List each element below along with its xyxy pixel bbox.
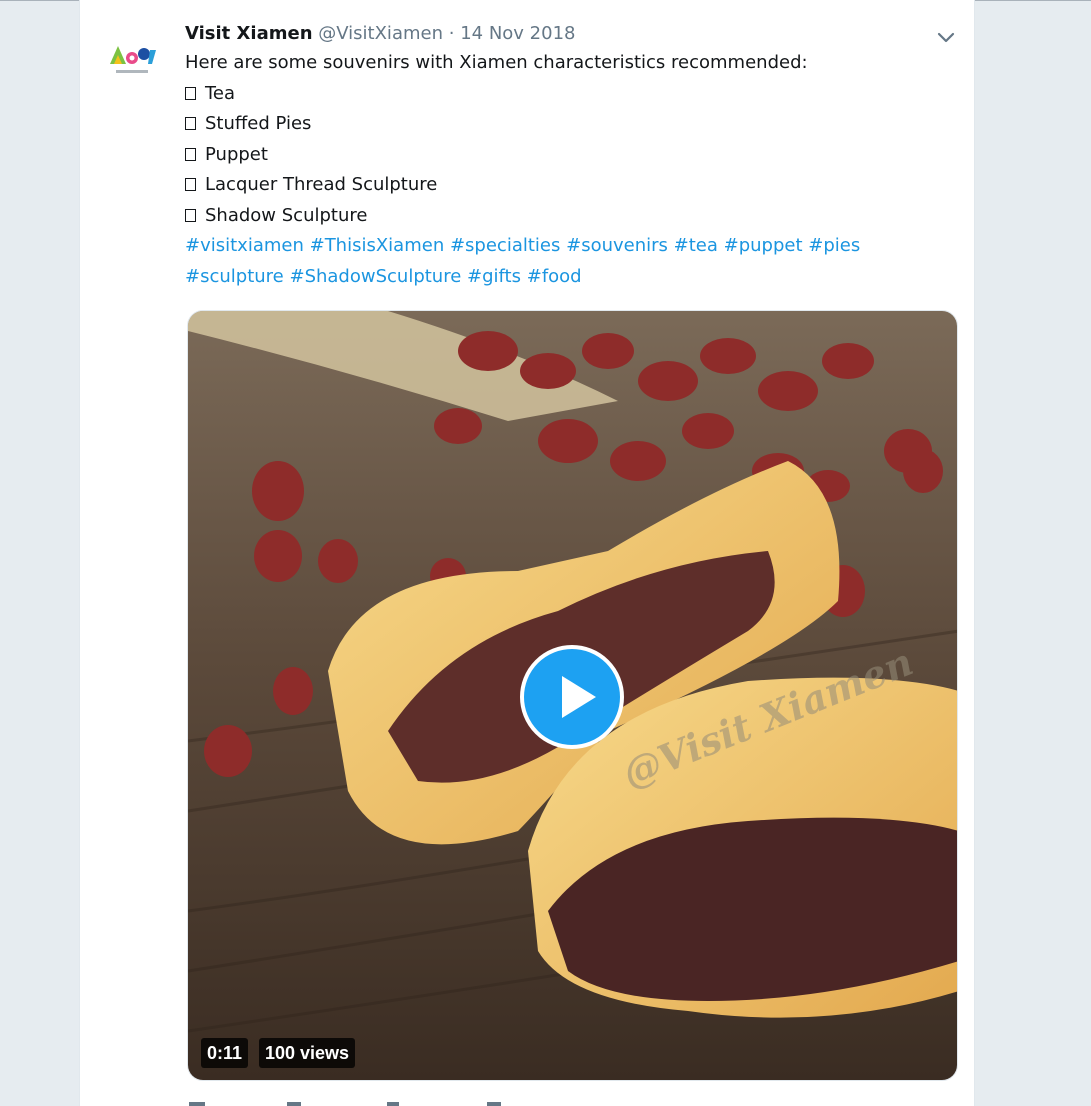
hashtag-link[interactable]: #puppet	[724, 235, 803, 256]
tweet-date[interactable]: 14 Nov 2018	[460, 23, 575, 44]
list-item-label: Shadow Sculpture	[205, 204, 368, 226]
video-views-badge: 100 views	[259, 1038, 356, 1068]
hashtag-link[interactable]: #sculpture	[185, 266, 284, 287]
hashtag-line-2: #sculpture #ShadowSculpture #gifts #food	[185, 262, 885, 293]
list-item: Puppet	[185, 140, 945, 171]
tweet-intro: Here are some souvenirs with Xiamen char…	[185, 52, 808, 73]
hashtag-link[interactable]: #specialties	[450, 235, 560, 256]
list-item: Shadow Sculpture	[185, 201, 945, 232]
hashtag-link[interactable]: #visitxiamen	[185, 235, 304, 256]
hashtag-line-1: #visitxiamen #ThisisXiamen #specialties …	[185, 231, 885, 262]
list-item-label: Stuffed Pies	[205, 113, 312, 134]
video-player[interactable]: @Visit Xiamen 0:11 100 views	[187, 310, 958, 1081]
list-item-label: Lacquer Thread Sculpture	[205, 174, 438, 195]
author-name[interactable]: Visit Xiamen	[185, 23, 313, 44]
avatar[interactable]	[104, 30, 160, 86]
play-button[interactable]	[520, 645, 624, 749]
hashtag-link[interactable]: #souvenirs	[566, 235, 668, 256]
list-item: Tea	[185, 79, 945, 110]
box-glyph-icon	[185, 86, 196, 100]
hashtag-link[interactable]: #gifts	[467, 266, 521, 287]
list-item: Stuffed Pies	[185, 109, 945, 140]
box-glyph-icon	[185, 178, 196, 191]
play-icon	[562, 676, 596, 718]
hashtag-link[interactable]: #pies	[808, 235, 860, 256]
separator-dot: ·	[448, 23, 455, 44]
hashtags: #visitxiamen #ThisisXiamen #specialties …	[185, 231, 885, 292]
tweet-content: Visit Xiamen @VisitXiamen · 14 Nov 2018 …	[185, 20, 945, 292]
hashtag-link[interactable]: #food	[527, 266, 582, 287]
box-glyph-icon	[185, 208, 196, 222]
list-item: Lacquer Thread Sculpture	[185, 170, 945, 201]
list-item-label: Tea	[205, 82, 236, 104]
box-glyph-icon	[185, 147, 196, 161]
box-glyph-icon	[185, 117, 196, 130]
hashtag-link[interactable]: #tea	[674, 235, 718, 256]
video-duration-badge: 0:11	[201, 1038, 249, 1068]
hashtag-link[interactable]: #ThisisXiamen	[310, 235, 445, 256]
tweet-card[interactable]: Visit Xiamen @VisitXiamen · 14 Nov 2018 …	[79, 0, 975, 1106]
tweet-header: Visit Xiamen @VisitXiamen · 14 Nov 2018	[185, 20, 945, 48]
amoy-logo-icon	[104, 30, 160, 86]
author-handle[interactable]: @VisitXiamen	[318, 23, 443, 44]
action-bar-icons-partial	[189, 1102, 501, 1106]
hashtag-link[interactable]: #ShadowSculpture	[289, 266, 461, 287]
list-item-label: Puppet	[205, 143, 268, 165]
